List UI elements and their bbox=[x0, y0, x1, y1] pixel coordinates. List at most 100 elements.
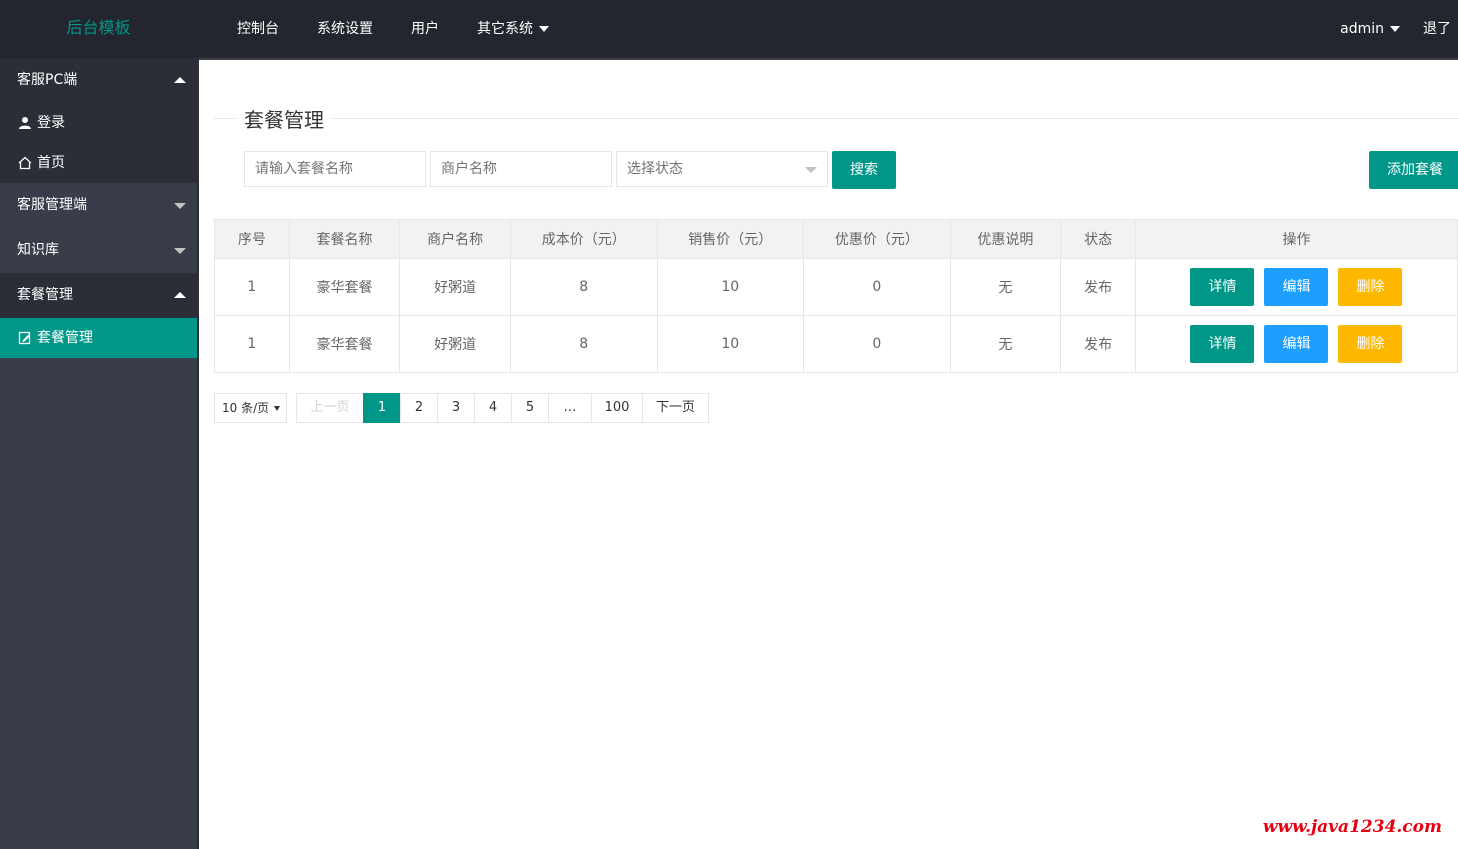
sidebar-item-package-management[interactable]: 套餐管理 bbox=[0, 318, 197, 358]
sidebar-item-label: 首页 bbox=[37, 155, 65, 171]
status-select[interactable]: 选择状态 bbox=[616, 151, 828, 187]
user-icon bbox=[19, 117, 31, 129]
prev-page-button[interactable]: 上一页 bbox=[296, 393, 364, 423]
detail-button[interactable]: 详情 bbox=[1190, 268, 1255, 306]
cell-merchant: 好粥道 bbox=[399, 258, 511, 316]
watermark: www.java1234.com bbox=[1262, 817, 1442, 837]
column-header: 成本价（元） bbox=[509, 219, 658, 259]
cell-cost-price: 8 bbox=[509, 258, 658, 316]
page-button[interactable]: 1 bbox=[363, 393, 401, 423]
logout-link[interactable]: 退了 bbox=[1407, 0, 1458, 58]
chevron-down-icon bbox=[539, 26, 549, 32]
table-header-row: 序号 套餐名称 商户名称 成本价（元） 销售价（元） 优惠价（元） 优惠说明 状… bbox=[214, 219, 1458, 259]
username: admin bbox=[1340, 21, 1384, 37]
cell-actions: 详情 编辑 删除 bbox=[1134, 258, 1458, 316]
nav-settings-label: 系统设置 bbox=[317, 21, 373, 37]
page-size-select[interactable]: 10 条/页 bbox=[214, 393, 287, 423]
sidebar-item-home[interactable]: 首页 bbox=[0, 143, 197, 183]
merchant-name-input[interactable]: 商户名称 bbox=[430, 151, 612, 187]
page-ellipsis: … bbox=[548, 393, 592, 423]
cell-discount-note: 无 bbox=[949, 258, 1062, 316]
chevron-down-icon bbox=[174, 248, 186, 254]
user-menu[interactable]: admin bbox=[1324, 0, 1407, 58]
sidebar-submenu: 登录 首页 bbox=[0, 103, 197, 183]
column-header: 套餐名称 bbox=[288, 219, 401, 259]
chevron-down-icon bbox=[274, 406, 280, 411]
nav-users[interactable]: 用户 bbox=[392, 0, 458, 58]
cell-discount-price: 0 bbox=[803, 315, 951, 373]
column-header: 状态 bbox=[1060, 219, 1136, 259]
page-title: 套餐管理 bbox=[236, 104, 332, 133]
cell-package-name: 豪华套餐 bbox=[288, 258, 401, 316]
sidebar-group-kefu-pc[interactable]: 客服PC端 bbox=[0, 58, 197, 103]
nav-console[interactable]: 控制台 bbox=[218, 0, 298, 58]
next-page-button[interactable]: 下一页 bbox=[642, 393, 709, 423]
top-nav: 控制台 系统设置 用户 其它系统 bbox=[218, 0, 568, 58]
search-button[interactable]: 搜索 bbox=[832, 151, 896, 189]
title-divider bbox=[214, 118, 1458, 119]
cell-cost-price: 8 bbox=[509, 315, 658, 373]
column-header: 优惠说明 bbox=[949, 219, 1062, 259]
top-header: 后台模板 控制台 系统设置 用户 其它系统 admin 退了 bbox=[0, 0, 1458, 60]
chevron-down-icon bbox=[805, 167, 817, 173]
nav-users-label: 用户 bbox=[411, 21, 439, 37]
sidebar-group-label: 套餐管理 bbox=[17, 287, 73, 303]
cell-actions: 详情 编辑 删除 bbox=[1134, 315, 1458, 373]
page-button[interactable]: 4 bbox=[474, 393, 512, 423]
sidebar-group-packages[interactable]: 套餐管理 bbox=[0, 273, 197, 318]
cell-discount-price: 0 bbox=[803, 258, 951, 316]
table-row: 1 豪华套餐 好粥道 8 10 0 无 发布 详情 编辑 删除 bbox=[214, 258, 1458, 316]
add-package-button[interactable]: 添加套餐 bbox=[1369, 151, 1458, 189]
pagination: 10 条/页 上一页 1 2 3 4 5 … 100 下一页 bbox=[214, 393, 709, 423]
page-size-value: 10 条/页 bbox=[222, 401, 270, 415]
edit-icon bbox=[18, 331, 31, 345]
cell-package-name: 豪华套餐 bbox=[288, 315, 401, 373]
column-header: 优惠价（元） bbox=[803, 219, 951, 259]
sidebar-item-label: 套餐管理 bbox=[37, 330, 93, 346]
status-select-value: 选择状态 bbox=[627, 161, 683, 177]
delete-button[interactable]: 删除 bbox=[1338, 325, 1403, 363]
sidebar-group-kefu-admin[interactable]: 客服管理端 bbox=[0, 183, 197, 228]
package-table: 序号 套餐名称 商户名称 成本价（元） 销售价（元） 优惠价（元） 优惠说明 状… bbox=[214, 219, 1458, 373]
nav-other-label: 其它系统 bbox=[477, 21, 533, 37]
sidebar-submenu: 套餐管理 bbox=[0, 318, 197, 358]
cell-status: 发布 bbox=[1060, 258, 1136, 316]
sidebar-group-label: 客服PC端 bbox=[17, 72, 78, 88]
main-content: 套餐管理 请输入套餐名称 商户名称 选择状态 搜索 添加套餐 序号 套餐名称 商… bbox=[199, 60, 1458, 849]
cell-sale-price: 10 bbox=[656, 258, 805, 316]
cell-merchant: 好粥道 bbox=[399, 315, 511, 373]
logout-label: 退了 bbox=[1423, 21, 1451, 37]
page-button[interactable]: 100 bbox=[591, 393, 643, 423]
cell-index: 1 bbox=[214, 258, 290, 316]
sidebar-group-knowledge[interactable]: 知识库 bbox=[0, 228, 197, 273]
chevron-down-icon bbox=[174, 203, 186, 209]
user-area: admin 退了 bbox=[1324, 0, 1458, 58]
page-button[interactable]: 3 bbox=[437, 393, 475, 423]
sidebar: 客服PC端 登录 首页 客服管理端 知识库 套餐管理 套餐管理 bbox=[0, 58, 199, 849]
column-header: 序号 bbox=[214, 219, 290, 259]
chevron-up-icon bbox=[174, 292, 186, 298]
page-button[interactable]: 5 bbox=[511, 393, 549, 423]
nav-settings[interactable]: 系统设置 bbox=[298, 0, 392, 58]
sidebar-item-login[interactable]: 登录 bbox=[0, 103, 197, 143]
cell-index: 1 bbox=[214, 315, 290, 373]
cell-status: 发布 bbox=[1060, 315, 1136, 373]
nav-other-systems[interactable]: 其它系统 bbox=[458, 0, 568, 58]
chevron-down-icon bbox=[1390, 26, 1400, 32]
column-header: 商户名称 bbox=[399, 219, 511, 259]
edit-button[interactable]: 编辑 bbox=[1264, 268, 1329, 306]
edit-button[interactable]: 编辑 bbox=[1264, 325, 1329, 363]
table-row: 1 豪华套餐 好粥道 8 10 0 无 发布 详情 编辑 删除 bbox=[214, 315, 1458, 373]
package-name-placeholder: 请输入套餐名称 bbox=[255, 161, 353, 177]
nav-console-label: 控制台 bbox=[237, 21, 279, 37]
column-header: 销售价（元） bbox=[656, 219, 805, 259]
delete-button[interactable]: 删除 bbox=[1338, 268, 1403, 306]
logo[interactable]: 后台模板 bbox=[0, 0, 197, 58]
page-button[interactable]: 2 bbox=[400, 393, 438, 423]
merchant-name-placeholder: 商户名称 bbox=[441, 161, 497, 177]
detail-button[interactable]: 详情 bbox=[1190, 325, 1255, 363]
package-name-input[interactable]: 请输入套餐名称 bbox=[244, 151, 426, 187]
cell-sale-price: 10 bbox=[656, 315, 805, 373]
sidebar-group-label: 客服管理端 bbox=[17, 197, 87, 213]
chevron-up-icon bbox=[174, 77, 186, 83]
